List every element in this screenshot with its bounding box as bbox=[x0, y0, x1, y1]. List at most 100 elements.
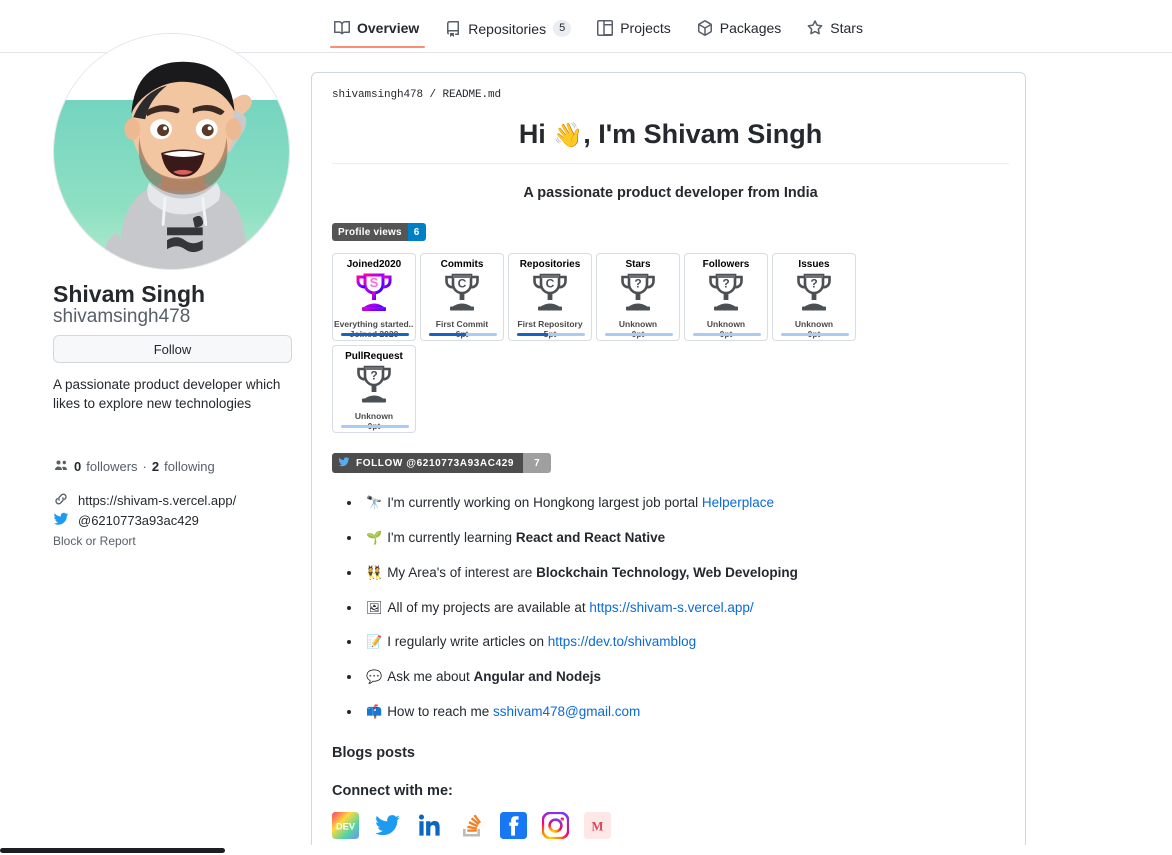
svg-text:DEV: DEV bbox=[336, 822, 356, 832]
heading-text-before: Hi bbox=[518, 119, 554, 149]
dev-to-icon[interactable]: DEV bbox=[332, 812, 359, 839]
readme-path[interactable]: shivamsingh478 / README.md bbox=[332, 89, 1009, 101]
trophy-title: Repositories bbox=[519, 259, 581, 271]
trophy-card: Followers?Unknown0pt bbox=[684, 253, 768, 342]
tab-stars[interactable]: Stars bbox=[795, 18, 877, 48]
trophy-progress-bar bbox=[693, 333, 761, 337]
stackoverflow-icon[interactable] bbox=[458, 812, 485, 839]
bullet-link[interactable]: https://dev.to/shivamblog bbox=[548, 634, 696, 649]
bullet-bold-text: Angular and Nodejs bbox=[473, 669, 601, 685]
about-bullet-item: 🌱I'm currently learning React and React … bbox=[362, 528, 1009, 548]
trophy-icon: ? bbox=[615, 271, 661, 318]
profile-login: shivamsingh478 bbox=[53, 306, 191, 327]
block-or-report-link[interactable]: Block or Report bbox=[53, 534, 136, 548]
trophy-title: PullRequest bbox=[345, 351, 403, 363]
profile-twitter-row[interactable]: @6210773a93ac429 bbox=[53, 511, 199, 530]
profile-twitter[interactable]: @6210773a93ac429 bbox=[78, 513, 199, 528]
linkedin-icon[interactable] bbox=[416, 812, 443, 839]
trophy-icon: ? bbox=[351, 363, 397, 410]
svg-text:?: ? bbox=[722, 277, 729, 291]
bullet-emoji: 🌱 bbox=[366, 529, 383, 545]
tab-label: Stars bbox=[830, 20, 863, 36]
readme-card: shivamsingh478 / README.md Hi 👋, I'm Shi… bbox=[311, 72, 1026, 855]
bullet-emoji: 🔭 bbox=[366, 495, 383, 511]
star-icon bbox=[807, 20, 823, 36]
trophy-progress-bar bbox=[605, 333, 673, 337]
trophy-card: CommitsCFirst Commit6pt bbox=[420, 253, 504, 342]
trophy-card: Joined2020SEverything started...Joined 2… bbox=[332, 253, 416, 342]
instagram-icon[interactable] bbox=[542, 812, 569, 839]
profile-website[interactable]: https://shivam-s.vercel.app/ bbox=[78, 493, 236, 508]
twitter-follow-label-wrap: FOLLOW @6210773A93AC429 bbox=[332, 453, 524, 474]
trophy-icon: S bbox=[351, 271, 397, 318]
trophy-title: Issues bbox=[798, 259, 830, 271]
svg-text:?: ? bbox=[634, 277, 641, 291]
bullet-emoji: 📝 bbox=[366, 634, 383, 650]
blogs-posts-title: Blogs posts bbox=[332, 745, 415, 761]
tab-repositories[interactable]: Repositories 5 bbox=[433, 18, 585, 49]
package-icon bbox=[697, 20, 713, 36]
about-bullet-item: 🖼All of my projects are available at htt… bbox=[362, 598, 1009, 618]
following-count: 2 bbox=[151, 459, 160, 474]
trophy-title: Commits bbox=[440, 259, 484, 271]
follow-button[interactable]: Follow bbox=[53, 335, 292, 363]
profile-views-badge: Profile views 6 bbox=[332, 223, 426, 242]
svg-text:C: C bbox=[458, 277, 467, 291]
profile-views-count: 6 bbox=[407, 223, 426, 242]
trophy-icon: C bbox=[527, 271, 573, 318]
bullet-emoji: 💬 bbox=[366, 669, 383, 685]
trophy-progress-bar bbox=[429, 333, 497, 337]
trophy-card: Issues?Unknown0pt bbox=[772, 253, 856, 342]
about-bullet-list: 🔭I'm currently working on Hongkong large… bbox=[332, 493, 1009, 722]
trophy-title: Followers bbox=[702, 259, 750, 271]
book-icon bbox=[334, 20, 350, 36]
bullet-link[interactable]: Helperplace bbox=[702, 495, 774, 510]
bullet-link[interactable]: https://shivam-s.vercel.app/ bbox=[589, 600, 753, 615]
people-icon bbox=[53, 457, 69, 476]
tab-label: Repositories bbox=[468, 20, 547, 37]
repo-icon bbox=[445, 20, 461, 37]
svg-text:?: ? bbox=[810, 277, 817, 291]
tab-overview[interactable]: Overview bbox=[322, 18, 433, 48]
profile-website-row[interactable]: https://shivam-s.vercel.app/ bbox=[53, 491, 236, 510]
twitter-follow-badge[interactable]: FOLLOW @6210773A93AC429 7 bbox=[332, 453, 552, 474]
facebook-icon[interactable] bbox=[500, 812, 527, 839]
trophy-icon: ? bbox=[791, 271, 837, 318]
twitter-follow-count: 7 bbox=[523, 453, 552, 474]
about-bullet-item: 💬Ask me about Angular and Nodejs bbox=[362, 667, 1009, 687]
bullet-text: I'm currently working on Hongkong larges… bbox=[387, 495, 702, 511]
tab-label: Overview bbox=[357, 20, 420, 36]
horizontal-scrollbar-thumb[interactable] bbox=[0, 848, 225, 853]
trophy-progress-bar bbox=[341, 333, 409, 337]
horizontal-scrollbar[interactable] bbox=[0, 845, 1172, 855]
trophy-icon: ? bbox=[703, 271, 749, 318]
trophy-progress-fill bbox=[517, 333, 548, 337]
bullet-text: All of my projects are available at bbox=[387, 599, 590, 615]
avatar[interactable] bbox=[53, 33, 290, 270]
following-label: following bbox=[164, 459, 215, 474]
connect-with-me-title: Connect with me: bbox=[332, 783, 453, 799]
bullet-link[interactable]: sshivam478@gmail.com bbox=[493, 704, 640, 719]
medium-icon[interactable]: M bbox=[584, 812, 611, 839]
svg-text:C: C bbox=[546, 277, 555, 291]
trophy-card: RepositoriesCFirst Repository5pt bbox=[508, 253, 592, 342]
profile-views-label: Profile views bbox=[332, 223, 408, 242]
tab-packages[interactable]: Packages bbox=[685, 18, 795, 48]
bullet-emoji: 🖼 bbox=[366, 599, 383, 615]
followers-label: followers bbox=[86, 459, 138, 474]
tab-label: Packages bbox=[719, 20, 782, 36]
twitter-follow-label: FOLLOW @6210773A93AC429 bbox=[356, 457, 515, 469]
tab-projects[interactable]: Projects bbox=[585, 18, 685, 48]
twitter-bird-icon bbox=[338, 456, 350, 471]
trophy-grid: Joined2020SEverything started...Joined 2… bbox=[332, 253, 867, 434]
trophy-title: Joined2020 bbox=[346, 259, 402, 271]
bullet-text: My Area's of interest are bbox=[387, 564, 537, 580]
social-links-row: DEV M bbox=[332, 812, 1009, 839]
tab-counter: 5 bbox=[553, 20, 572, 37]
bullet-text: I regularly write articles on bbox=[387, 634, 548, 650]
trophy-progress-bar bbox=[517, 333, 585, 337]
svg-text:M: M bbox=[592, 820, 604, 834]
followers-following-row: 0 followers · 2 following bbox=[53, 457, 215, 476]
profile-nav-tabs: Overview Repositories 5 Projects Packages Sta… bbox=[322, 18, 877, 49]
twitter-icon[interactable] bbox=[374, 812, 401, 839]
